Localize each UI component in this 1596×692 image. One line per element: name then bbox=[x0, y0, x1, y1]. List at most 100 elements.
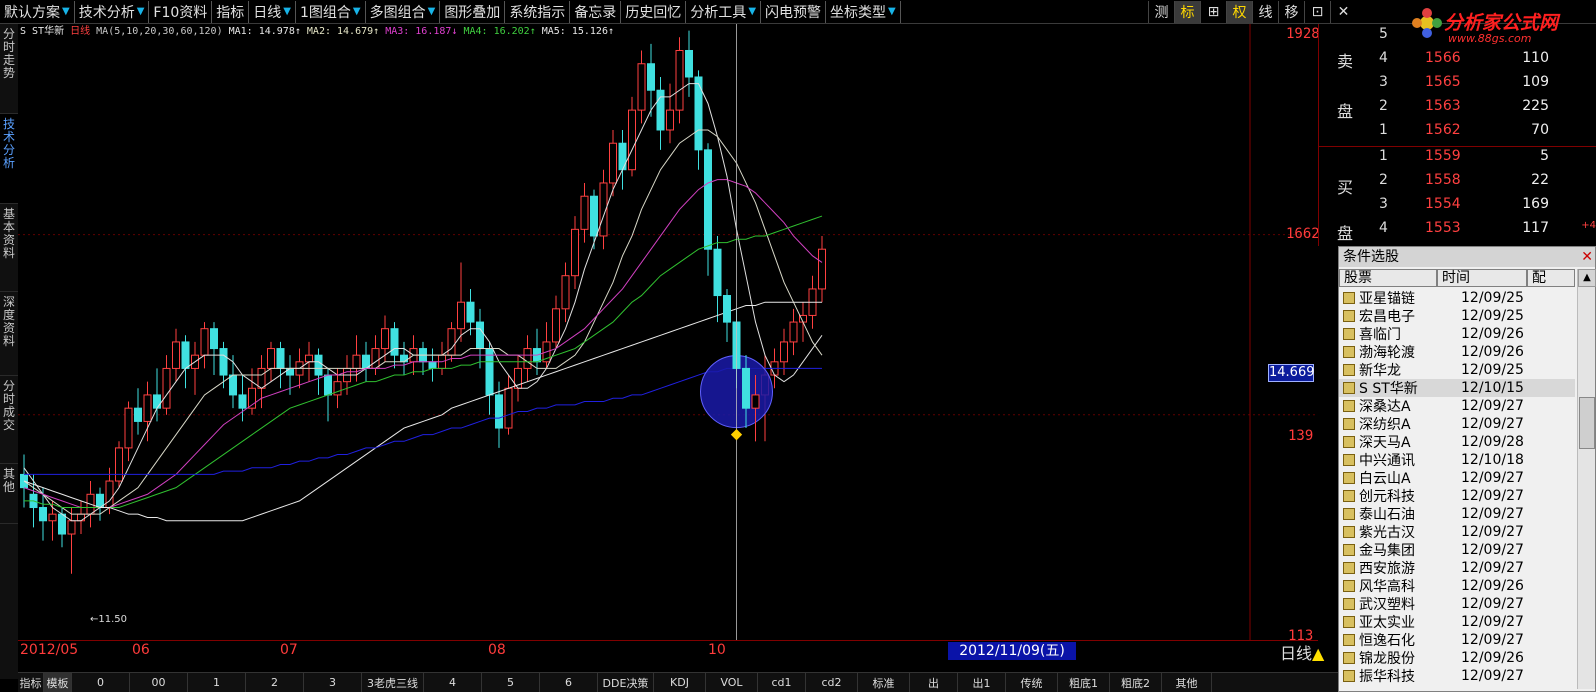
candle-body bbox=[523, 348, 532, 369]
indicator-tab[interactable]: 出1 bbox=[958, 673, 1006, 692]
list-item[interactable]: 亚星锚链 12/09/25 bbox=[1339, 289, 1575, 307]
dropdown-arrow-icon[interactable]: ▼ bbox=[888, 6, 896, 17]
toolbar-item[interactable]: 日线 ▼ bbox=[249, 0, 296, 23]
vertical-tab[interactable]: 其他 bbox=[0, 464, 18, 524]
header-time[interactable]: 时间 bbox=[1437, 269, 1527, 287]
indicator-tab[interactable]: cd2 bbox=[806, 673, 858, 692]
toolbar-item[interactable]: 指标 bbox=[212, 0, 250, 23]
indicator-tab[interactable]: 指标 bbox=[18, 673, 44, 692]
toolbar-icon-button[interactable]: ⊞ bbox=[1200, 1, 1226, 23]
indicator-tab[interactable]: DDE决策 bbox=[598, 673, 654, 692]
indicator-tab[interactable]: 粗底1 bbox=[1058, 673, 1110, 692]
ask-price: 1566 bbox=[1425, 50, 1461, 66]
indicator-tab[interactable]: 00 bbox=[130, 673, 188, 692]
dropdown-arrow-icon[interactable]: ▼ bbox=[62, 6, 70, 17]
indicator-tab[interactable]: 标准 bbox=[858, 673, 910, 692]
list-item[interactable]: 泰山石油 12/09/27 bbox=[1339, 505, 1575, 523]
list-item[interactable]: 白云山A 12/09/27 bbox=[1339, 469, 1575, 487]
list-item[interactable]: 深纺织A 12/09/27 bbox=[1339, 415, 1575, 433]
indicator-tab[interactable]: 4 bbox=[424, 673, 482, 692]
toolbar-item[interactable]: 分析工具 ▼ bbox=[686, 0, 762, 23]
kline-chart[interactable] bbox=[18, 24, 1318, 664]
scroll-up-icon[interactable]: ▲ bbox=[1578, 269, 1596, 287]
list-item[interactable]: 西安旅游 12/09/27 bbox=[1339, 559, 1575, 577]
candle-body bbox=[552, 308, 560, 343]
dropdown-arrow-icon[interactable]: ▼ bbox=[428, 6, 436, 17]
header-match[interactable]: 配 bbox=[1527, 269, 1575, 287]
toolbar-icon-button[interactable]: 权 bbox=[1226, 1, 1252, 23]
stock-name: 创元科技 bbox=[1359, 489, 1415, 505]
list-item[interactable]: 深桑达A 12/09/27 bbox=[1339, 397, 1575, 415]
list-item[interactable]: 喜临门 12/09/26 bbox=[1339, 325, 1575, 343]
scroll-thumb[interactable] bbox=[1579, 397, 1595, 449]
indicator-tab[interactable]: KDJ bbox=[654, 673, 706, 692]
vertical-tab[interactable]: 分时成交 bbox=[0, 376, 18, 464]
vertical-tab[interactable]: 深度资料 bbox=[0, 292, 18, 376]
list-item[interactable]: 恒逸石化 12/09/27 bbox=[1339, 631, 1575, 649]
stock-icon bbox=[1343, 490, 1355, 502]
list-item[interactable]: 振华科技 12/09/27 bbox=[1339, 667, 1575, 685]
toolbar-item[interactable]: 1图组合 ▼ bbox=[296, 0, 366, 23]
toolbar-icon-button[interactable]: 标 bbox=[1174, 1, 1200, 23]
indicator-tab[interactable]: 出 bbox=[910, 673, 958, 692]
close-icon[interactable]: ✕ bbox=[1581, 247, 1593, 267]
indicator-tab[interactable]: 3老虎三线 bbox=[362, 673, 424, 692]
toolbar-item[interactable]: 技术分析 ▼ bbox=[75, 0, 150, 23]
list-item[interactable]: 亚太实业 12/09/27 bbox=[1339, 613, 1575, 631]
toolbar-item-label: 技术分析 bbox=[78, 4, 135, 21]
candle-body bbox=[134, 407, 142, 422]
candle-body bbox=[267, 348, 275, 369]
indicator-tab[interactable]: 0 bbox=[72, 673, 130, 692]
list-item[interactable]: 武汉塑料 12/09/27 bbox=[1339, 595, 1575, 613]
indicator-tab[interactable]: 5 bbox=[482, 673, 540, 692]
list-item[interactable]: 金马集团 12/09/27 bbox=[1339, 541, 1575, 559]
stock-time: 12/09/26 bbox=[1461, 650, 1524, 666]
list-item[interactable]: 锦龙股份 12/09/26 bbox=[1339, 649, 1575, 667]
toolbar-icon-button[interactable]: 测 bbox=[1148, 1, 1174, 23]
list-item[interactable]: 紫光古汉 12/09/27 bbox=[1339, 523, 1575, 541]
toolbar-item[interactable]: 闪电预警 bbox=[761, 0, 827, 23]
list-item[interactable]: 深天马A 12/09/28 bbox=[1339, 433, 1575, 451]
toolbar-item[interactable]: F10资料 bbox=[149, 0, 213, 23]
indicator-tab[interactable]: 6 bbox=[540, 673, 598, 692]
indicator-tab[interactable]: 粗底2 bbox=[1110, 673, 1162, 692]
list-item[interactable]: 渤海轮渡 12/09/26 bbox=[1339, 343, 1575, 361]
vertical-tab[interactable]: 分时走势 bbox=[0, 24, 18, 114]
list-item[interactable]: 创元科技 12/09/27 bbox=[1339, 487, 1575, 505]
vertical-tab[interactable]: 基本资料 bbox=[0, 204, 18, 292]
toolbar-item[interactable]: 默认方案 ▼ bbox=[0, 0, 75, 23]
toolbar-item[interactable]: 多图组合 ▼ bbox=[366, 0, 441, 23]
indicator-tab[interactable]: cd1 bbox=[758, 673, 806, 692]
toolbar-item[interactable]: 坐标类型 ▼ bbox=[826, 0, 901, 23]
list-item[interactable]: 新华龙 12/09/25 bbox=[1339, 361, 1575, 379]
toolbar-item[interactable]: 系统指示 bbox=[505, 0, 571, 23]
toolbar-icon-button[interactable]: 线 bbox=[1252, 1, 1278, 23]
indicator-tab[interactable]: 1 bbox=[188, 673, 246, 692]
list-item[interactable]: 风华高科 12/09/26 bbox=[1339, 577, 1575, 595]
scrollbar[interactable]: ▲ bbox=[1577, 269, 1596, 689]
dropdown-arrow-icon[interactable]: ▼ bbox=[353, 6, 361, 17]
list-item[interactable]: 宏昌电子 12/09/25 bbox=[1339, 307, 1575, 325]
toolbar-item[interactable]: 备忘录 bbox=[570, 0, 622, 23]
toolbar-icon-button[interactable]: 移 bbox=[1278, 1, 1304, 23]
toolbar-icon-button[interactable]: ✕ bbox=[1330, 1, 1356, 23]
stock-name: 喜临门 bbox=[1359, 327, 1401, 343]
list-item[interactable]: 中兴通讯 12/10/18 bbox=[1339, 451, 1575, 469]
indicator-tab[interactable]: 模板 bbox=[44, 673, 72, 692]
vertical-tab[interactable]: 技术分析 bbox=[0, 114, 18, 204]
dropdown-arrow-icon[interactable]: ▼ bbox=[137, 6, 145, 17]
indicator-tab[interactable]: VOL bbox=[706, 673, 758, 692]
indicator-tab[interactable]: 2 bbox=[246, 673, 304, 692]
toolbar-item[interactable]: 图形叠加 bbox=[440, 0, 506, 23]
indicator-tab[interactable]: 3 bbox=[304, 673, 362, 692]
indicator-tab[interactable]: 其他 bbox=[1162, 673, 1212, 692]
indicator-tab[interactable]: 传统 bbox=[1006, 673, 1058, 692]
toolbar-item[interactable]: 历史回忆 bbox=[621, 0, 687, 23]
list-item[interactable]: S ST华新 12/10/15 bbox=[1339, 379, 1575, 397]
dropdown-arrow-icon[interactable]: ▼ bbox=[748, 6, 756, 17]
period-indicator[interactable]: 日线▲ bbox=[1280, 640, 1324, 664]
dropdown-arrow-icon[interactable]: ▼ bbox=[283, 6, 291, 17]
toolbar-icon-button[interactable]: ⊡ bbox=[1304, 1, 1330, 23]
ask-volume: 110 bbox=[1522, 50, 1549, 66]
header-stock[interactable]: 股票 bbox=[1339, 269, 1437, 287]
